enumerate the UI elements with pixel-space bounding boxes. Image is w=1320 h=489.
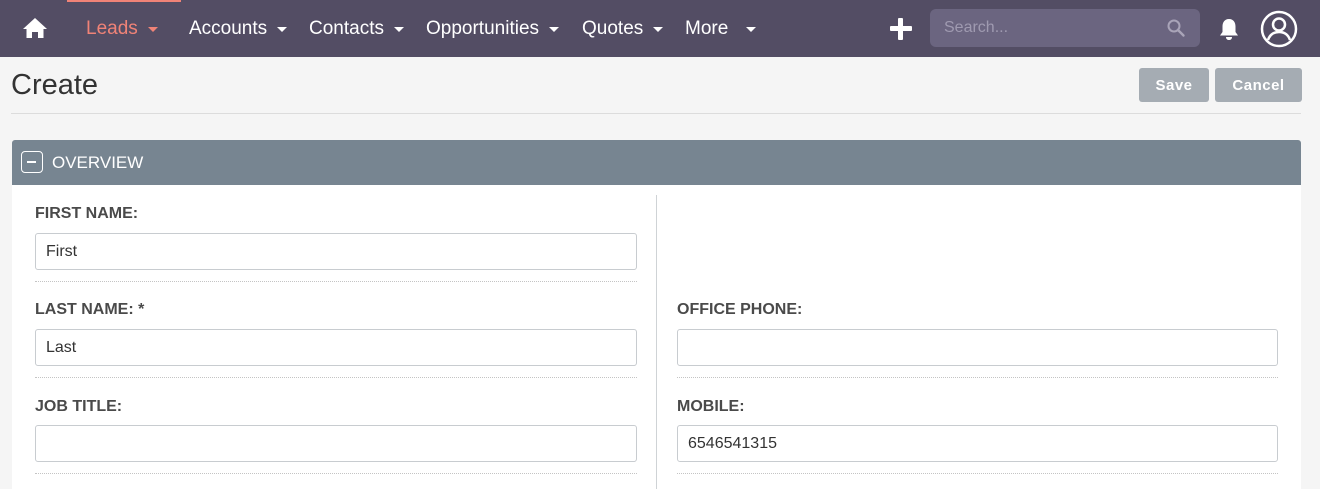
create-button[interactable] (886, 14, 916, 44)
last-name-label: LAST NAME: * (35, 301, 145, 318)
nav-item-label: Contacts (309, 17, 384, 39)
chevron-down-icon (549, 27, 560, 32)
chevron-down-icon (277, 27, 288, 32)
field-separator (35, 473, 637, 474)
field-separator (35, 377, 637, 378)
chevron-down-icon (147, 27, 158, 32)
nav-item-label: Quotes (582, 17, 644, 39)
search-icon[interactable] (1166, 18, 1186, 38)
panel-title: OVERVIEW (52, 153, 144, 172)
column-divider (656, 195, 657, 489)
minus-icon[interactable] (21, 151, 43, 173)
nav-item-quotes[interactable]: Quotes (582, 0, 664, 57)
search-box (930, 9, 1200, 47)
top-nav-bar: Leads Accounts Contacts Opportunities Qu… (0, 0, 1320, 57)
bell-icon[interactable] (1216, 16, 1242, 42)
nav-item-contacts[interactable]: Contacts (309, 0, 404, 57)
save-button[interactable]: Save (1139, 68, 1209, 102)
nav-item-accounts[interactable]: Accounts (189, 0, 288, 57)
home-icon (23, 18, 47, 38)
nav-item-label: More (685, 17, 729, 39)
search-input[interactable] (930, 9, 1160, 47)
field-separator (677, 473, 1278, 474)
first-name-label: FIRST NAME: (35, 205, 139, 222)
nav-item-more[interactable]: More (685, 0, 757, 57)
page-title: Create (11, 69, 99, 101)
field-separator (35, 281, 637, 282)
last-name-field[interactable] (35, 329, 637, 366)
cancel-button[interactable]: Cancel (1215, 68, 1302, 102)
nav-item-leads[interactable]: Leads (86, 0, 158, 57)
user-avatar-icon[interactable] (1260, 10, 1298, 48)
job-title-field[interactable] (35, 425, 637, 462)
nav-item-label: Opportunities (426, 17, 540, 39)
nav-item-label: Accounts (189, 17, 268, 39)
nav-item-opportunities[interactable]: Opportunities (426, 0, 560, 57)
home-button[interactable] (18, 12, 52, 44)
office-phone-field[interactable] (677, 329, 1278, 366)
chevron-down-icon (393, 27, 404, 32)
mobile-field[interactable] (677, 425, 1278, 462)
overview-panel-header[interactable]: OVERVIEW (12, 140, 1301, 185)
mobile-label: MOBILE: (677, 398, 745, 415)
office-phone-label: OFFICE PHONE: (677, 301, 803, 318)
title-divider (11, 113, 1301, 114)
job-title-label: JOB TITLE: (35, 398, 123, 415)
chevron-down-icon (746, 27, 757, 32)
chevron-down-icon (653, 27, 664, 32)
field-separator (677, 377, 1278, 378)
nav-item-label: Leads (86, 17, 138, 39)
first-name-field[interactable] (35, 233, 637, 270)
